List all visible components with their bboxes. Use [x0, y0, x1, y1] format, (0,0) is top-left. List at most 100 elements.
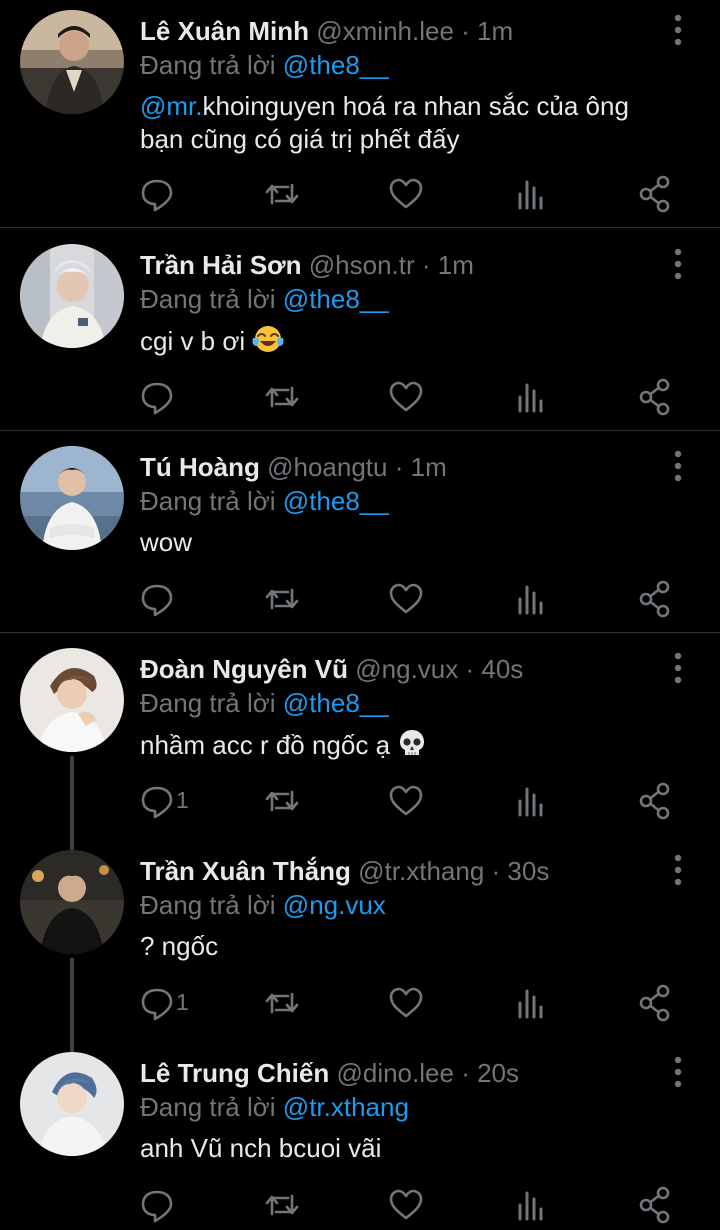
- reply-button[interactable]: [140, 1185, 174, 1225]
- share-button[interactable]: [638, 983, 672, 1023]
- user-handle[interactable]: @hoangtu: [267, 452, 387, 482]
- retweet-icon: [263, 579, 301, 619]
- replying-to-label: Đang trả lời: [140, 486, 276, 516]
- reply-button[interactable]: [140, 377, 174, 417]
- avatar[interactable]: [20, 850, 124, 954]
- reply-to-mention[interactable]: @the8__: [283, 486, 389, 516]
- like-button[interactable]: [388, 983, 424, 1023]
- retweet-icon: [263, 781, 301, 821]
- user-handle[interactable]: @tr.xthang: [358, 856, 484, 886]
- display-name[interactable]: Tú Hoàng: [140, 452, 260, 482]
- more-options-icon[interactable]: [664, 12, 692, 48]
- speech-bubble-icon: [140, 1185, 174, 1225]
- views-button[interactable]: [515, 579, 547, 619]
- retweet-button[interactable]: [263, 1185, 301, 1225]
- views-button[interactable]: [515, 377, 547, 417]
- bar-chart-icon: [515, 377, 547, 417]
- tweet-text-line: bạn cũng có giá trị phết đấy: [140, 124, 460, 154]
- reply-to-mention[interactable]: @the8__: [283, 688, 389, 718]
- avatar[interactable]: [20, 244, 124, 348]
- timestamp: · 40s: [465, 654, 524, 684]
- display-name[interactable]: Trần Hải Sơn: [140, 250, 302, 280]
- share-button[interactable]: [638, 1185, 672, 1225]
- user-handle[interactable]: @xminh.lee: [316, 16, 454, 46]
- replying-to-label: Đang trả lời: [140, 50, 276, 80]
- replying-to-label: Đang trả lời: [140, 890, 276, 920]
- tweet-text: anh Vũ nch bcuoi vãi: [140, 1133, 382, 1163]
- like-button[interactable]: [388, 174, 424, 214]
- replying-to-label: Đang trả lời: [140, 1092, 276, 1122]
- tweet-actions: [0, 579, 720, 619]
- heart-icon: [388, 1185, 424, 1225]
- retweet-button[interactable]: [263, 983, 301, 1023]
- display-name[interactable]: Trần Xuân Thắng: [140, 856, 351, 886]
- share-icon: [638, 579, 672, 619]
- speech-bubble-icon: [140, 174, 174, 214]
- bar-chart-icon: [515, 781, 547, 821]
- replying-to-label: Đang trả lời: [140, 688, 276, 718]
- avatar[interactable]: [20, 446, 124, 550]
- retweet-button[interactable]: [263, 579, 301, 619]
- more-options-icon[interactable]: [664, 650, 692, 686]
- reply-to-mention[interactable]: @ng.vux: [283, 890, 386, 920]
- views-button[interactable]: [515, 174, 547, 214]
- avatar[interactable]: [20, 10, 124, 114]
- reply-to-mention[interactable]: @the8__: [283, 284, 389, 314]
- retweet-icon: [263, 1185, 301, 1225]
- views-button[interactable]: [515, 781, 547, 821]
- reply-button[interactable]: [140, 579, 174, 619]
- display-name[interactable]: Lê Xuân Minh: [140, 16, 309, 46]
- replying-to-label: Đang trả lời: [140, 284, 276, 314]
- reply-button[interactable]: 1: [140, 781, 189, 821]
- reply-button[interactable]: 1: [140, 983, 189, 1023]
- bar-chart-icon: [515, 579, 547, 619]
- timestamp: · 1m: [394, 452, 447, 482]
- retweet-button[interactable]: [263, 781, 301, 821]
- tweet-text: nhầm acc r đồ ngốc ạ: [140, 728, 680, 766]
- reply-button[interactable]: [140, 174, 174, 214]
- tweet-actions: [0, 377, 720, 417]
- like-button[interactable]: [388, 579, 424, 619]
- views-button[interactable]: [515, 983, 547, 1023]
- divider: [0, 632, 720, 633]
- user-handle[interactable]: @hson.tr: [309, 250, 415, 280]
- heart-icon: [388, 983, 424, 1023]
- tweet-text-body: cgi v b ơi: [140, 326, 246, 356]
- user-handle[interactable]: @ng.vux: [355, 654, 458, 684]
- share-button[interactable]: [638, 579, 672, 619]
- retweet-icon: [263, 377, 301, 417]
- more-options-icon[interactable]: [664, 1054, 692, 1090]
- more-options-icon[interactable]: [664, 448, 692, 484]
- display-name[interactable]: Đoàn Nguyên Vũ: [140, 654, 348, 684]
- tweet-text-body: nhầm acc r đồ ngốc ạ: [140, 730, 391, 760]
- divider: [0, 430, 720, 431]
- reply-to-mention[interactable]: @the8__: [283, 50, 389, 80]
- content-mention[interactable]: @mr.: [140, 91, 203, 121]
- heart-icon: [388, 781, 424, 821]
- tweet-text: cgi v b ơi: [140, 324, 680, 362]
- user-handle[interactable]: @dino.lee: [336, 1058, 453, 1088]
- avatar[interactable]: [20, 1052, 124, 1156]
- like-button[interactable]: [388, 377, 424, 417]
- retweet-button[interactable]: [263, 174, 301, 214]
- retweet-button[interactable]: [263, 377, 301, 417]
- skull-emoji: [397, 728, 427, 766]
- tears-of-joy-emoji: [252, 324, 284, 362]
- more-options-icon[interactable]: [664, 852, 692, 888]
- like-button[interactable]: [388, 781, 424, 821]
- share-button[interactable]: [638, 174, 672, 214]
- reply-to-mention[interactable]: @tr.xthang: [283, 1092, 409, 1122]
- more-options-icon[interactable]: [664, 246, 692, 282]
- display-name[interactable]: Lê Trung Chiến: [140, 1058, 329, 1088]
- tweet-actions: [0, 1185, 720, 1225]
- share-button[interactable]: [638, 781, 672, 821]
- tweet-text-line: khoinguyen hoá ra nhan sắc của ông: [202, 91, 629, 121]
- share-icon: [638, 174, 672, 214]
- speech-bubble-icon: [140, 579, 174, 619]
- avatar[interactable]: [20, 648, 124, 752]
- bar-chart-icon: [515, 983, 547, 1023]
- share-button[interactable]: [638, 377, 672, 417]
- views-button[interactable]: [515, 1185, 547, 1225]
- like-button[interactable]: [388, 1185, 424, 1225]
- heart-icon: [388, 174, 424, 214]
